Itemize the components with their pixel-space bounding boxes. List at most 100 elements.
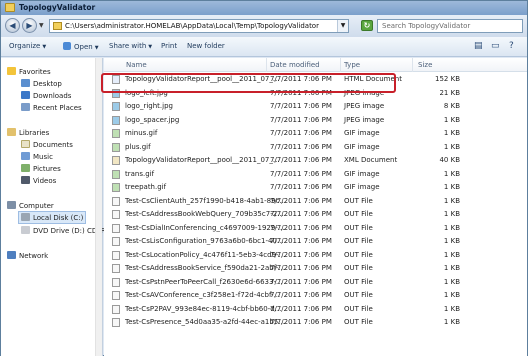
file-row[interactable]: minus.gif 7/7/2011 7:06 PM GIF image 1 KB <box>104 127 527 140</box>
nav-label: Favorites <box>19 68 51 76</box>
file-size: 8 KB <box>443 102 460 110</box>
file-icon <box>112 210 120 219</box>
file-row[interactable]: treepath.gif 7/7/2011 7:06 PM GIF image 1 K… <box>104 181 527 194</box>
file-size: 21 KB <box>439 88 460 97</box>
address-input[interactable]: C:\Users\administrator.HOMELAB\AppData\L… <box>49 19 349 33</box>
file-name: Test-CsDialInConferencing_c4697009-1929-… <box>125 223 285 232</box>
dvd-drive-icon <box>21 226 30 234</box>
nav-downloads[interactable]: Downloads <box>21 91 71 100</box>
file-type: JPEG image <box>344 102 385 110</box>
file-row[interactable]: logo_right.jpg 7/7/2011 7:06 PM JPEG image… <box>104 100 527 113</box>
file-row[interactable]: Test-CsLocationPolicy_4c476f11-5eb3-4cd9… <box>104 249 527 262</box>
nav-desktop[interactable]: Desktop <box>21 79 62 88</box>
file-date: 7/7/2011 7:06 PM <box>270 156 332 164</box>
organize-label: Organize <box>9 42 41 50</box>
file-name: Test-CsAddressBookWebQuery_709b35c7-2... <box>125 210 284 218</box>
preview-pane-icon[interactable]: ▭ <box>491 41 500 51</box>
file-icon <box>112 183 120 192</box>
music-icon <box>21 152 30 160</box>
nav-computer[interactable]: Computer <box>7 201 54 210</box>
file-icon <box>112 102 120 111</box>
file-row[interactable]: trans.gif 7/7/2011 7:06 PM GIF image 1 KB <box>104 168 527 181</box>
file-row[interactable]: Test-CsAVConference_c3f258e1-f72d-4cbf-.… <box>104 289 527 302</box>
share-with-button[interactable]: Share with ▼ <box>109 42 152 50</box>
nav-network[interactable]: Network <box>7 251 48 260</box>
column-separator[interactable] <box>412 58 413 72</box>
file-row[interactable]: plus.gif 7/7/2011 7:06 PM GIF image 1 KB <box>104 141 527 154</box>
file-row[interactable]: Test-CsAddressBookWebQuery_709b35c7-2...… <box>104 208 527 221</box>
file-type: GIF image <box>344 129 380 137</box>
file-row[interactable]: Test-CsPresence_54d0aa35-a2fd-44ec-a1b5.… <box>104 316 527 329</box>
file-icon <box>112 237 120 246</box>
nav-libraries[interactable]: Libraries <box>7 128 49 137</box>
file-row[interactable]: Test-CsLisConfiguration_9763a6b0-6bc1-40… <box>104 235 527 248</box>
file-date: 7/7/2011 7:06 PM <box>270 291 332 299</box>
file-row[interactable]: Test-CsPstnPeerToPeerCall_f2630e6d-6633-… <box>104 276 527 289</box>
file-size: 1 KB <box>443 129 460 137</box>
file-name: Test-CsP2PAV_993e84ec-8119-4cbf-bb60-d..… <box>125 304 282 313</box>
nav-pictures[interactable]: Pictures <box>21 164 61 173</box>
file-icon <box>112 156 120 165</box>
file-type: OUT File <box>344 304 373 313</box>
file-type: OUT File <box>344 264 373 272</box>
search-input[interactable]: Search TopologyValidator <box>377 19 523 33</box>
column-separator[interactable] <box>266 58 267 72</box>
address-dropdown-icon[interactable]: ▼ <box>337 20 348 32</box>
file-date: 7/7/2011 7:06 PM <box>270 142 332 151</box>
file-type: OUT File <box>344 223 373 232</box>
file-date: 7/7/2011 7:06 PM <box>270 304 332 313</box>
file-row[interactable]: Test-CsAddressBookService_f590da21-2abf-… <box>104 262 527 275</box>
column-date-modified[interactable]: Date modified <box>270 61 320 69</box>
downloads-icon <box>21 91 30 99</box>
file-name: Test-CsLocationPolicy_4c476f11-5eb3-4cd9… <box>125 250 286 259</box>
pictures-icon <box>21 164 30 172</box>
sidebar-scrollbar[interactable] <box>95 58 102 356</box>
file-row[interactable]: Test-CsDialInConferencing_c4697009-1929-… <box>104 222 527 235</box>
libraries-icon <box>7 128 16 136</box>
file-icon <box>112 264 120 273</box>
file-type: GIF image <box>344 169 380 178</box>
file-row[interactable]: TopologyValidatorReport__pool__2011_07_.… <box>104 154 527 167</box>
nav-videos[interactable]: Videos <box>21 176 56 185</box>
file-size: 1 KB <box>443 142 460 151</box>
column-name[interactable]: Name <box>126 61 147 69</box>
forward-button[interactable]: ▶ <box>22 18 37 33</box>
file-size: 1 KB <box>443 264 460 272</box>
file-icon <box>112 169 120 179</box>
organize-button[interactable]: Organize ▼ <box>9 42 46 50</box>
print-button[interactable]: Print <box>161 42 177 50</box>
file-date: 7/7/2011 7:06 PM <box>270 210 332 218</box>
file-size: 1 KB <box>443 318 460 326</box>
nav-documents[interactable]: Documents <box>21 140 73 149</box>
column-separator[interactable] <box>340 58 341 72</box>
back-button[interactable]: ◀ <box>5 18 20 33</box>
nav-music[interactable]: Music <box>21 152 53 161</box>
recent-pages-dropdown[interactable]: ▼ <box>39 22 44 29</box>
nav-favorites[interactable]: Favorites <box>7 67 51 76</box>
file-row[interactable]: Test-CsP2PAV_993e84ec-8119-4cbf-bb60-d..… <box>104 303 527 316</box>
file-size: 40 KB <box>439 156 460 164</box>
open-button[interactable]: Open ▼ <box>63 42 99 51</box>
views-icon[interactable]: ▤ <box>474 41 483 51</box>
highlight-box <box>101 73 396 93</box>
nav-recent-places[interactable]: Recent Places <box>21 103 82 112</box>
file-size: 152 KB <box>435 75 460 83</box>
file-type: GIF image <box>344 142 380 151</box>
title-bar[interactable]: TopologyValidator <box>1 1 527 15</box>
file-size: 1 KB <box>443 169 460 178</box>
file-type: GIF image <box>344 183 380 191</box>
desktop-icon <box>21 79 30 87</box>
file-row[interactable]: Test-CsClientAuth_257f1990-b418-4ab1-89c… <box>104 195 527 208</box>
refresh-button[interactable]: ↻ <box>361 20 373 31</box>
file-row[interactable]: logo_spacer.jpg 7/7/2011 7:06 PM JPEG imag… <box>104 114 527 127</box>
column-size[interactable]: Size <box>418 61 432 69</box>
nav-local-disk[interactable]: Local Disk (C:) <box>18 211 87 224</box>
file-name: trans.gif <box>125 169 155 178</box>
open-label: Open <box>74 43 93 51</box>
file-size: 1 KB <box>443 210 460 218</box>
help-icon[interactable]: ? <box>509 41 514 51</box>
browser-icon <box>63 42 71 50</box>
column-type[interactable]: Type <box>344 61 360 69</box>
chevron-down-icon: ▼ <box>42 44 47 50</box>
new-folder-button[interactable]: New folder <box>187 42 225 50</box>
